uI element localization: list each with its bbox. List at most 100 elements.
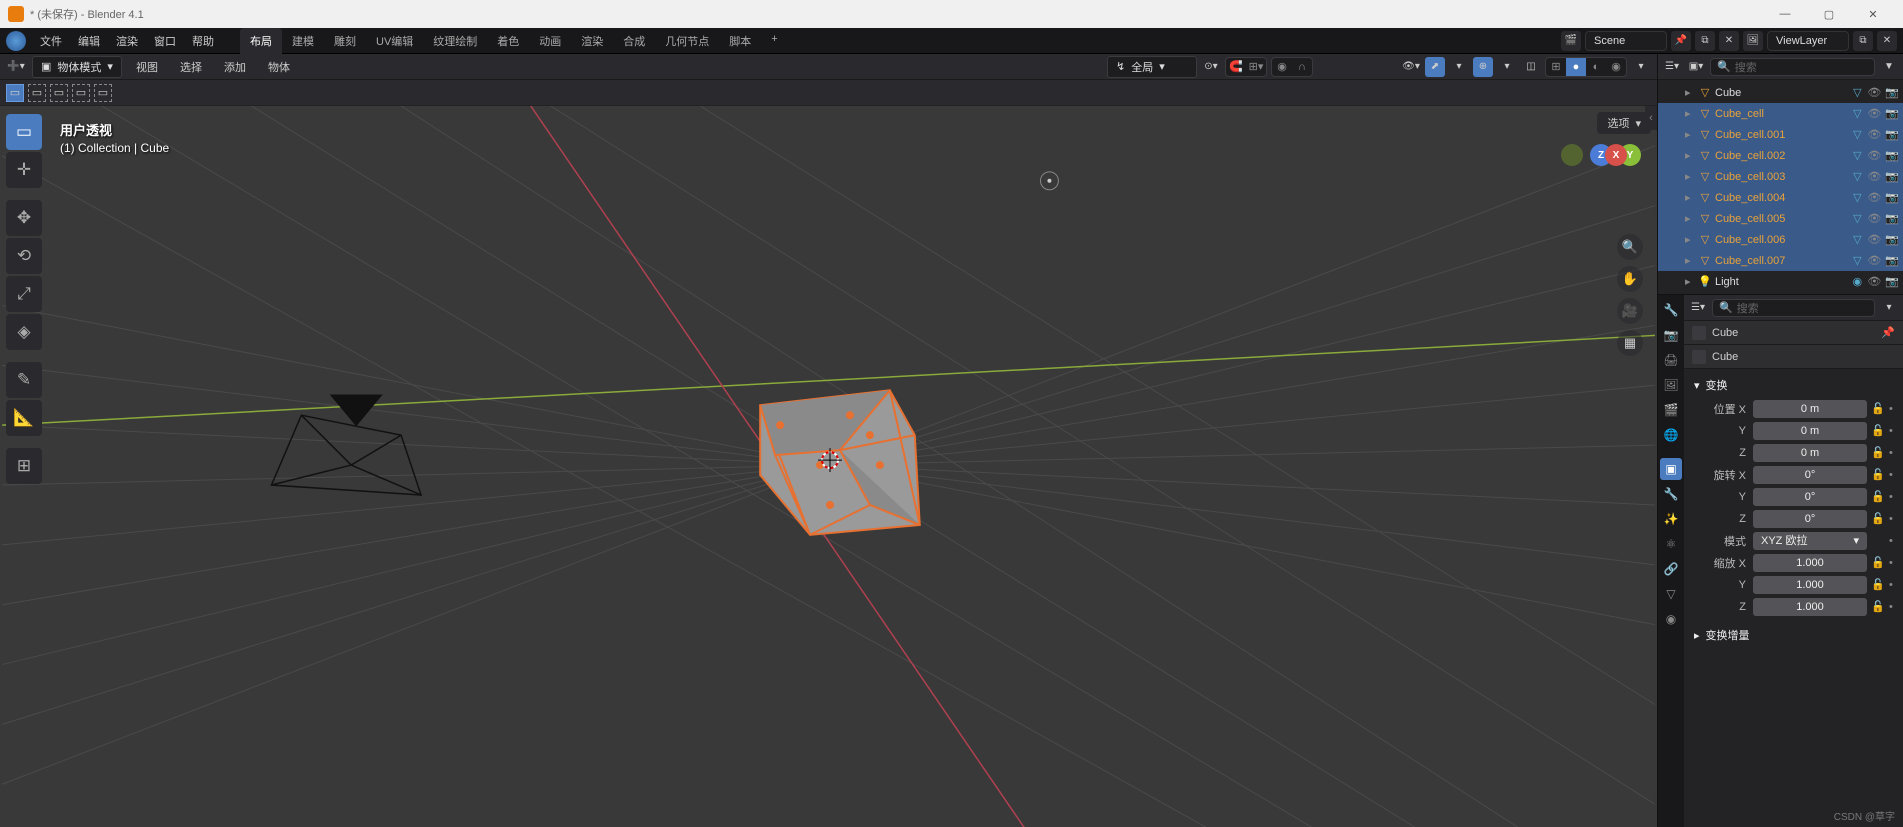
select-mode-1[interactable]: ▭ (28, 84, 46, 102)
outliner-row[interactable]: ▸ ▽ Cube_cell.004 ▽ 👁📷 (1658, 187, 1903, 208)
viewport-options[interactable]: 选项 ▾ (1597, 112, 1651, 134)
lock-icon[interactable]: 🔓 (1870, 402, 1886, 415)
ptab-physics[interactable]: ⚛ (1660, 533, 1682, 555)
outliner-row[interactable]: ▸ ▽ Cube_cell.002 ▽ 👁📷 (1658, 145, 1903, 166)
outliner-row[interactable]: ▸ 💡 Light ◉ 👁📷 (1658, 271, 1903, 292)
shade-render-icon[interactable]: ◉ (1606, 58, 1626, 76)
render-icon[interactable]: 📷 (1885, 149, 1899, 162)
rot-z[interactable]: 0° (1753, 510, 1867, 528)
editor-type-icon[interactable]: ➕▾ (6, 57, 26, 77)
scene-browse-icon[interactable]: 🎬 (1561, 31, 1581, 51)
render-icon[interactable]: 📷 (1885, 107, 1899, 120)
axis-x[interactable]: X (1605, 144, 1627, 166)
outliner-list[interactable]: ▸ ▽ Cube ▽ 👁📷▸ ▽ Cube_cell ▽ 👁📷▸ ▽ Cube_… (1658, 80, 1903, 294)
viewlayer-selector[interactable]: ViewLayer (1767, 31, 1849, 51)
ptab-constraint[interactable]: 🔗 (1660, 558, 1682, 580)
vp-menu-add[interactable]: 添加 (216, 56, 254, 78)
menu-render[interactable]: 渲染 (108, 29, 146, 53)
shade-matprev-icon[interactable]: ◐ (1586, 58, 1606, 76)
tab-render[interactable]: 渲染 (571, 28, 613, 54)
restrict-icon[interactable]: ◉ (1850, 275, 1864, 289)
tab-comp[interactable]: 合成 (613, 28, 655, 54)
select-mode-0[interactable]: ▭ (6, 84, 24, 102)
ptab-scene[interactable]: 🎬 (1660, 399, 1682, 421)
eye-icon[interactable]: 👁 (1867, 254, 1881, 267)
scene-pin-icon[interactable]: 📌 (1671, 31, 1691, 51)
restrict-icon[interactable]: ▽ (1850, 212, 1864, 226)
tab-layout[interactable]: 布局 (240, 28, 282, 54)
outliner-editor-icon[interactable]: ☰▾ (1662, 57, 1682, 77)
lock-icon[interactable]: 🔓 (1870, 600, 1886, 613)
tool-measure[interactable]: 📐 (6, 400, 42, 436)
scene-del-icon[interactable]: ✕ (1719, 31, 1739, 51)
pivot-icon[interactable]: ⊙▾ (1201, 57, 1221, 77)
axis-neg-y[interactable] (1561, 144, 1583, 166)
transform-orientation[interactable]: ↯ 全局 ▾ (1107, 56, 1197, 78)
lock-icon[interactable]: 🔓 (1870, 578, 1886, 591)
xray-icon[interactable]: ◫ (1521, 57, 1541, 77)
tab-uv[interactable]: UV编辑 (366, 28, 423, 54)
lock-icon[interactable]: 🔓 (1870, 424, 1886, 437)
object-name[interactable]: Cube (1712, 327, 1738, 339)
tab-anim[interactable]: 动画 (529, 28, 571, 54)
viewlayer-browse-icon[interactable]: 🖼 (1743, 31, 1763, 51)
ptab-data[interactable]: ▽ (1660, 583, 1682, 605)
menu-file[interactable]: 文件 (32, 29, 70, 53)
render-icon[interactable]: 📷 (1885, 191, 1899, 204)
minimize-button[interactable]: ― (1763, 0, 1807, 28)
tab-script[interactable]: 脚本 (719, 28, 761, 54)
outliner-search[interactable]: 🔍 搜索 (1710, 58, 1875, 76)
shading-menu-icon[interactable]: ▾ (1631, 57, 1651, 77)
scene-new-icon[interactable]: ⧉ (1695, 31, 1715, 51)
outliner-display-icon[interactable]: ▣▾ (1686, 57, 1706, 77)
nav-camera-icon[interactable]: 🎥 (1617, 298, 1643, 324)
tool-rotate[interactable]: ⟲ (6, 238, 42, 274)
overlay-toggle-icon[interactable]: ⊕ (1473, 57, 1493, 77)
eye-icon[interactable]: 👁 (1867, 86, 1881, 99)
close-button[interactable]: ✕ (1851, 0, 1895, 28)
tab-modeling[interactable]: 建模 (282, 28, 324, 54)
lock-icon[interactable]: 🔓 (1870, 512, 1886, 525)
vp-menu-view[interactable]: 视图 (128, 56, 166, 78)
restrict-icon[interactable]: ▽ (1850, 191, 1864, 205)
eye-icon[interactable]: 👁 (1867, 149, 1881, 162)
render-icon[interactable]: 📷 (1885, 233, 1899, 246)
render-icon[interactable]: 📷 (1885, 212, 1899, 225)
lock-icon[interactable]: 🔓 (1870, 446, 1886, 459)
ptab-world[interactable]: 🌐 (1660, 424, 1682, 446)
rotmode[interactable]: XYZ 欧拉▾ (1753, 532, 1867, 550)
select-mode-2[interactable]: ▭ (50, 84, 68, 102)
maximize-button[interactable]: ▢ (1807, 0, 1851, 28)
overlay-menu-icon[interactable]: ▾ (1497, 57, 1517, 77)
tab-sculpt[interactable]: 雕刻 (324, 28, 366, 54)
tab-geonodes[interactable]: 几何节点 (655, 28, 719, 54)
outliner-row[interactable]: ▸ ▽ Cube_cell.007 ▽ 👁📷 (1658, 250, 1903, 271)
restrict-icon[interactable]: ▽ (1850, 107, 1864, 121)
viewport-3d[interactable]: ➕▾ ▣ 物体模式 ▾ 视图 选择 添加 物体 ↯ 全局 ▾ ⊙▾ 🧲 ⊞▾ (0, 54, 1657, 827)
proportional-icon[interactable]: ◉ (1272, 58, 1292, 76)
vp-menu-select[interactable]: 选择 (172, 56, 210, 78)
transform-header[interactable]: ▾变换 (1694, 373, 1899, 397)
restrict-icon[interactable]: ▽ (1850, 170, 1864, 184)
select-mode-4[interactable]: ▭ (94, 84, 112, 102)
loc-z[interactable]: 0 m (1753, 444, 1867, 462)
viewlayer-del-icon[interactable]: ✕ (1877, 31, 1897, 51)
restrict-icon[interactable]: ▽ (1850, 86, 1864, 100)
menu-help[interactable]: 帮助 (184, 29, 222, 53)
loc-x[interactable]: 0 m (1753, 400, 1867, 418)
nav-pan-icon[interactable]: ✋ (1617, 266, 1643, 292)
tool-move[interactable]: ✥ (6, 200, 42, 236)
tab-texpaint[interactable]: 纹理绘制 (423, 28, 487, 54)
outliner-row[interactable]: ▸ ▽ Cube ▽ 👁📷 (1658, 82, 1903, 103)
ptab-tool[interactable]: 🔧 (1660, 299, 1682, 321)
tool-cursor[interactable]: ✛ (6, 152, 42, 188)
tab-add[interactable]: + (761, 28, 787, 54)
shade-wire-icon[interactable]: ⊞ (1546, 58, 1566, 76)
visibility-icon[interactable]: 👁▾ (1401, 57, 1421, 77)
pin-icon[interactable]: 📌 (1881, 326, 1895, 339)
props-search[interactable]: 🔍 搜索 (1712, 299, 1875, 317)
outliner-row[interactable]: ▸ ▽ Cube_cell.005 ▽ 👁📷 (1658, 208, 1903, 229)
ptab-output[interactable]: 🖨 (1660, 349, 1682, 371)
nav-ortho-icon[interactable]: ▦ (1617, 330, 1643, 356)
ptab-viewlayer[interactable]: 🖼 (1660, 374, 1682, 396)
